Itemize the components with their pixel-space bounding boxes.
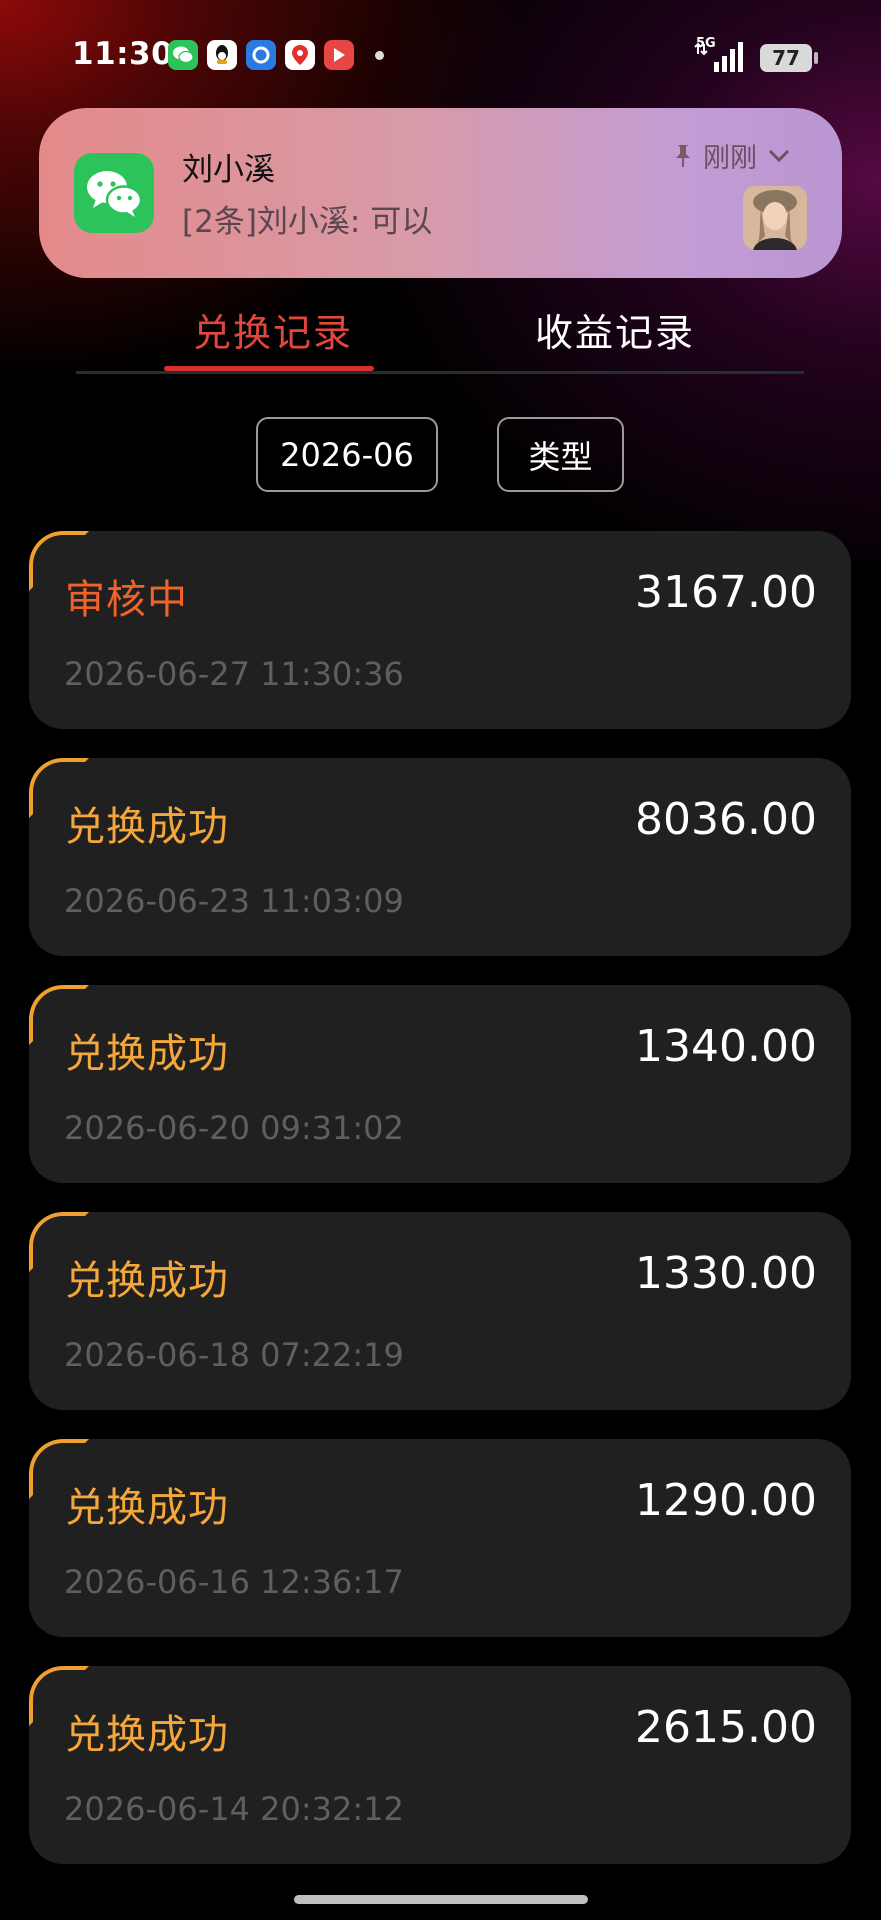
tab-bar: 兑换记录 收益记录 — [76, 296, 804, 376]
avatar — [743, 186, 807, 250]
type-filter-label: 类型 — [528, 437, 593, 476]
list-item[interactable]: 兑换成功 1290.00 2026-06-16 12:36:17 — [29, 1439, 851, 1637]
list-item[interactable]: 兑换成功 8036.00 2026-06-23 11:03:09 — [29, 758, 851, 956]
wechat-icon — [168, 40, 198, 70]
clock: 11:30 — [72, 36, 174, 72]
record-amount: 3167.00 — [635, 567, 817, 618]
record-status: 兑换成功 — [65, 1258, 229, 1304]
tab-active-indicator — [164, 366, 374, 371]
record-amount: 1340.00 — [635, 1021, 817, 1072]
battery-tip — [814, 52, 818, 64]
list-item[interactable]: 兑换成功 2615.00 2026-06-14 20:32:12 — [29, 1666, 851, 1864]
notification-message: [2条]刘小溪: 可以 — [182, 204, 433, 240]
record-time: 2026-06-16 12:36:17 — [64, 1563, 404, 1601]
record-amount: 1290.00 — [635, 1475, 817, 1526]
record-time: 2026-06-14 20:32:12 — [64, 1790, 404, 1828]
record-status: 兑换成功 — [65, 1031, 229, 1077]
record-amount: 8036.00 — [635, 794, 817, 845]
record-status: 审核中 — [65, 577, 188, 623]
wechat-icon — [74, 153, 154, 233]
list-item[interactable]: 审核中 3167.00 2026-06-27 11:30:36 — [29, 531, 851, 729]
battery-level: 77 — [772, 46, 800, 70]
record-time: 2026-06-20 09:31:02 — [64, 1109, 404, 1147]
chevron-down-icon[interactable] — [767, 148, 791, 164]
record-time: 2026-06-23 11:03:09 — [64, 882, 404, 920]
list-item[interactable]: 兑换成功 1330.00 2026-06-18 07:22:19 — [29, 1212, 851, 1410]
list-item[interactable]: 兑换成功 1340.00 2026-06-20 09:31:02 — [29, 985, 851, 1183]
notification-time-row: 刚刚 — [673, 136, 791, 175]
qq-icon — [207, 40, 237, 70]
video-icon — [324, 40, 354, 70]
tab-income-records[interactable]: 收益记录 — [535, 302, 695, 357]
notification-time: 刚刚 — [703, 143, 757, 174]
month-filter-button[interactable]: 2026-06 — [256, 417, 438, 492]
record-status: 兑换成功 — [65, 1712, 229, 1758]
home-indicator[interactable] — [294, 1895, 588, 1904]
map-icon — [285, 40, 315, 70]
signal-icon — [694, 42, 743, 72]
notification-sender: 刘小溪 — [182, 152, 275, 188]
record-amount: 2615.00 — [635, 1702, 817, 1753]
app-icon — [246, 40, 276, 70]
record-status: 兑换成功 — [65, 1485, 229, 1531]
battery-indicator: 77 — [760, 44, 812, 72]
record-status: 兑换成功 — [65, 804, 229, 850]
tab-exchange-records[interactable]: 兑换记录 — [193, 302, 353, 357]
status-app-icons — [168, 40, 384, 70]
more-notifications-dot — [375, 50, 384, 60]
type-filter-button[interactable]: 类型 — [497, 417, 624, 492]
record-amount: 1330.00 — [635, 1248, 817, 1299]
tab-divider — [76, 371, 804, 374]
status-bar: 11:30 5G 77 — [0, 0, 881, 112]
pin-icon — [676, 144, 690, 167]
month-filter-label: 2026-06 — [280, 435, 414, 474]
record-list: 审核中 3167.00 2026-06-27 11:30:36 兑换成功 803… — [29, 531, 851, 1893]
record-time: 2026-06-18 07:22:19 — [64, 1336, 404, 1374]
notification-banner[interactable]: 刘小溪 [2条]刘小溪: 可以 刚刚 — [39, 108, 842, 278]
record-time: 2026-06-27 11:30:36 — [64, 655, 404, 693]
